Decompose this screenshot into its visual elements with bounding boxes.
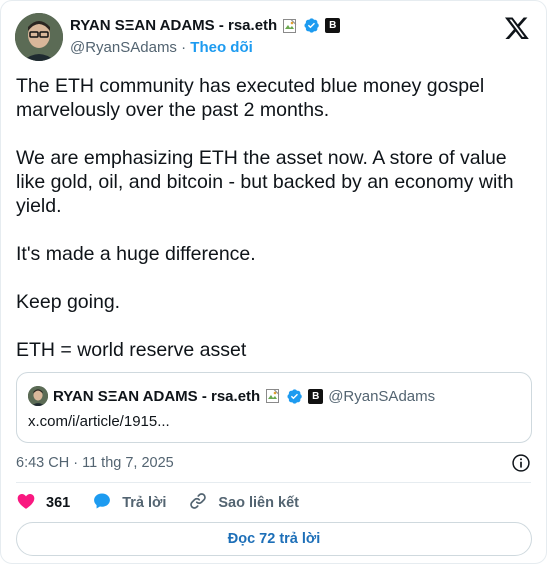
author-name-row: RYAN SΞAN ADAMS - rsa.eth B: [70, 17, 341, 34]
separator-dot: ·: [181, 39, 187, 56]
reply-bubble-icon: [92, 491, 112, 515]
reply-label: Trả lời: [122, 495, 167, 511]
tweet-timestamp[interactable]: 6:43 CH · 11 thg 7, 2025: [16, 455, 174, 471]
quote-avatar: [28, 386, 48, 406]
quote-author-row: RYAN SΞAN ADAMS - rsa.eth B @RyanSAdams: [28, 386, 435, 406]
author-handle[interactable]: @RyanSAdams: [70, 39, 177, 56]
quote-author-handle: @RyanSAdams: [328, 387, 436, 405]
info-icon[interactable]: [511, 453, 531, 473]
heart-icon: [16, 491, 36, 515]
copy-link-button[interactable]: Sao liên kết: [188, 491, 299, 515]
author-name[interactable]: RYAN SΞAN ADAMS - rsa.eth: [70, 17, 277, 34]
tweet-meta: 6:43 CH · 11 thg 7, 2025: [16, 453, 531, 473]
verified-badge-icon: [303, 17, 320, 34]
link-icon: [188, 491, 208, 515]
tweet-text: The ETH community has executed blue mone…: [16, 74, 530, 362]
tweet-paragraph: The ETH community has executed blue mone…: [16, 75, 485, 121]
action-bar: 361 Trả lời Sao liên kết: [16, 492, 299, 514]
tweet-paragraph: It's made a huge difference.: [16, 243, 256, 265]
broken-image-icon: [265, 388, 281, 404]
author-handle-row: @RyanSAdams · Theo dõi: [70, 39, 253, 56]
like-count: 361: [46, 495, 71, 511]
broken-image-icon: [282, 18, 298, 34]
b-badge-icon: B: [325, 18, 341, 33]
divider: [16, 482, 531, 483]
quoted-tweet[interactable]: RYAN SΞAN ADAMS - rsa.eth B @RyanSAdams …: [16, 372, 532, 443]
like-button[interactable]: 361: [16, 491, 70, 515]
quote-article-link[interactable]: x.com/i/article/1915...: [28, 413, 170, 430]
tweet-paragraph: Keep going.: [16, 291, 121, 313]
read-replies-button[interactable]: Đọc 72 trả lời: [16, 522, 532, 556]
avatar[interactable]: [15, 13, 63, 61]
tweet-paragraph: We are emphasizing ETH the asset now. A …: [16, 147, 514, 217]
x-logo-icon[interactable]: [504, 15, 530, 41]
quote-author-name: RYAN SΞAN ADAMS - rsa.eth: [53, 387, 261, 405]
reply-button[interactable]: Trả lời: [92, 491, 166, 515]
verified-badge-icon: [286, 388, 303, 405]
b-badge-icon: B: [308, 388, 324, 404]
follow-button[interactable]: Theo dõi: [190, 39, 253, 56]
tweet-header: RYAN SΞAN ADAMS - rsa.eth B @RyanSAdams …: [15, 13, 532, 61]
tweet-paragraph: ETH = world reserve asset: [16, 339, 247, 361]
tweet-card: RYAN SΞAN ADAMS - rsa.eth B @RyanSAdams …: [0, 0, 547, 564]
copy-link-label: Sao liên kết: [218, 495, 299, 511]
